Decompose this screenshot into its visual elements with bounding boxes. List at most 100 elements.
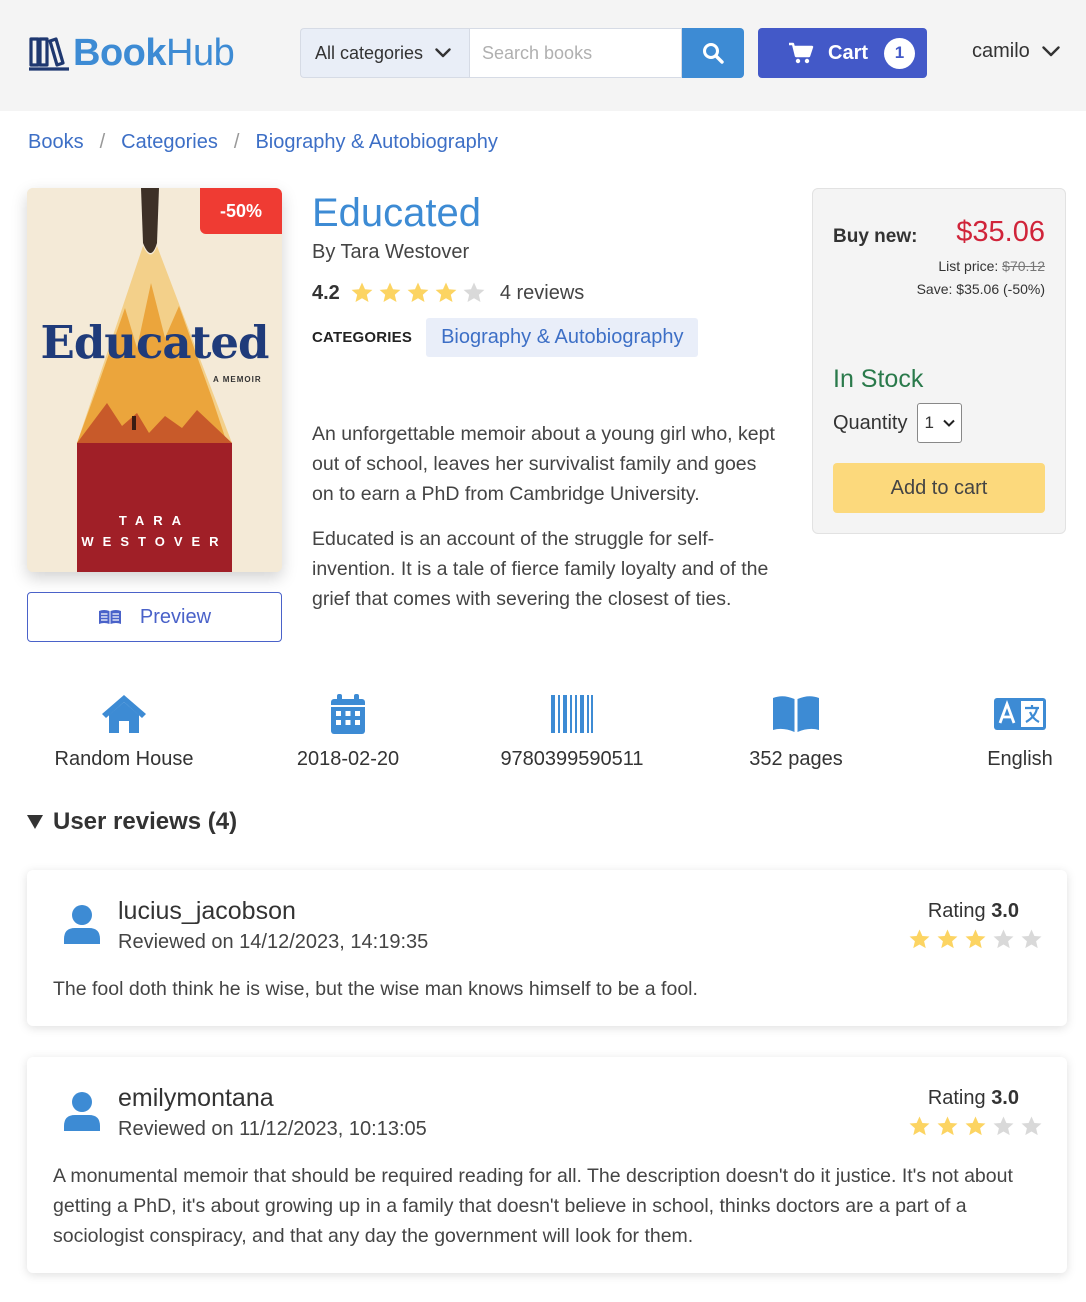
- add-to-cart-button[interactable]: Add to cart: [833, 463, 1045, 513]
- barcode-icon: [551, 695, 593, 733]
- cart-label: Cart: [828, 41, 869, 64]
- books-icon: [29, 37, 69, 71]
- description-paragraph: Educated is an account of the struggle f…: [312, 528, 769, 610]
- cover-author: TARA WESTOVER: [27, 510, 282, 552]
- quantity-value: 1: [924, 413, 934, 432]
- chevron-down-icon: [1042, 46, 1060, 57]
- category-select-value: All categories: [315, 42, 424, 63]
- open-book-icon: [98, 610, 121, 624]
- cover-author-last: WESTOVER: [81, 534, 228, 549]
- description-paragraph: An unforgettable memoir about a young gi…: [312, 423, 775, 505]
- chevron-down-icon: [943, 419, 956, 427]
- detail-date: 2018-02-20: [248, 690, 448, 771]
- stock-status: In Stock: [833, 365, 924, 393]
- category-chip[interactable]: Biography & Autobiography: [426, 318, 699, 357]
- discount-badge: -50%: [200, 188, 282, 234]
- book-author: By Tara Westover: [312, 241, 470, 263]
- breadcrumb: Books / Categories / Biography & Autobio…: [28, 131, 498, 154]
- categories-row: CATEGORIES Biography & Autobiography: [312, 318, 699, 357]
- star-icon: [407, 282, 429, 302]
- review-date: Reviewed on 14/12/2023, 14:19:35: [118, 931, 429, 953]
- review-rating: Rating 3.0: [927, 1087, 1019, 1109]
- rating-summary: 4.2 4 reviews: [312, 281, 584, 305]
- reviews-heading: User reviews (4): [53, 808, 238, 835]
- search-button[interactable]: [682, 28, 744, 78]
- star-icon: [909, 929, 930, 949]
- review-date: Reviewed on 11/12/2023, 10:13:05: [118, 1118, 427, 1140]
- star-icon: [379, 282, 401, 302]
- language-icon: [994, 698, 1046, 730]
- published-date: 2018-02-20: [296, 748, 400, 770]
- breadcrumb-books[interactable]: Books: [28, 131, 84, 154]
- star-icon: [463, 282, 485, 302]
- list-price: List price: $70.12: [938, 258, 1045, 274]
- search-group: All categories: [300, 28, 744, 78]
- price: $35.06: [956, 216, 1045, 248]
- detail-publisher: Random House: [24, 690, 224, 771]
- reviews-toggle[interactable]: User reviews (4): [27, 808, 237, 836]
- logo[interactable]: BookHub: [27, 32, 235, 74]
- page-count: 352 pages: [749, 748, 843, 770]
- star-icon: [937, 929, 958, 949]
- preview-label: Preview: [139, 605, 212, 628]
- savings: Save: $35.06 (-50%): [916, 281, 1045, 297]
- star-icon: [937, 1116, 958, 1136]
- review-stars: [903, 928, 1043, 951]
- chevron-down-icon: [435, 48, 451, 58]
- breadcrumb-separator: /: [233, 131, 240, 153]
- breadcrumb-category[interactable]: Biography & Autobiography: [255, 131, 497, 154]
- star-icon: [1021, 929, 1042, 949]
- star-icon: [993, 929, 1014, 949]
- detail-language: English: [920, 690, 1086, 771]
- review-text: The fool doth think he is wise, but the …: [53, 978, 698, 1000]
- shopping-cart-icon: [789, 42, 814, 64]
- search-icon: [703, 43, 724, 64]
- review-text: A monumental memoir that should be requi…: [53, 1165, 1013, 1247]
- rating-stars: [350, 281, 490, 305]
- star-icon: [909, 1116, 930, 1136]
- review-card: lucius_jacobson Reviewed on 14/12/2023, …: [27, 870, 1067, 1026]
- cart-button[interactable]: Cart 1: [758, 28, 927, 78]
- star-icon: [1021, 1116, 1042, 1136]
- buy-new-label: Buy new:: [833, 226, 918, 247]
- top-navbar: BookHub All categories Cart 1 camilo: [0, 0, 1086, 111]
- user-menu[interactable]: camilo: [972, 40, 1060, 63]
- star-icon: [351, 282, 373, 302]
- cover-subtitle: A MEMOIR: [213, 375, 262, 384]
- rating-value: 4.2: [312, 281, 340, 304]
- reviewer-name: emilymontana: [118, 1084, 274, 1112]
- breadcrumb-categories[interactable]: Categories: [121, 131, 218, 154]
- preview-button[interactable]: Preview: [27, 592, 282, 642]
- publisher: Random House: [54, 748, 194, 770]
- review-rating: Rating 3.0: [927, 900, 1019, 922]
- quantity-label: Quantity: [833, 411, 908, 434]
- calendar-icon: [331, 694, 365, 734]
- caret-down-icon: [27, 815, 43, 829]
- review-card: emilymontana Reviewed on 11/12/2023, 10:…: [27, 1057, 1067, 1273]
- quantity-select[interactable]: 1: [917, 403, 963, 443]
- book-icon: [773, 696, 819, 732]
- user-icon: [64, 905, 100, 944]
- search-input[interactable]: [469, 28, 682, 78]
- review-count[interactable]: 4 reviews: [500, 282, 584, 305]
- cover-author-first: TARA: [118, 513, 191, 528]
- user-icon: [64, 1092, 100, 1131]
- category-select[interactable]: All categories: [300, 28, 469, 78]
- book-title: Educated: [312, 191, 482, 235]
- username: camilo: [972, 40, 1030, 62]
- book-cover: Educated A MEMOIR TARA WESTOVER -50%: [27, 188, 282, 572]
- cover-title: Educated: [40, 316, 270, 369]
- review-stars: [903, 1115, 1043, 1138]
- buy-box: Buy new: $35.06 List price: $70.12 Save:…: [812, 188, 1066, 534]
- cart-count-badge: 1: [884, 37, 916, 69]
- logo-text: BookHub: [73, 32, 235, 74]
- star-icon: [965, 929, 986, 949]
- star-icon: [993, 1116, 1014, 1136]
- breadcrumb-separator: /: [99, 131, 106, 153]
- quantity-row: Quantity 1: [833, 403, 963, 443]
- categories-label: CATEGORIES: [312, 329, 413, 346]
- language: English: [987, 748, 1053, 770]
- detail-isbn: 9780399590511: [472, 690, 672, 771]
- isbn: 9780399590511: [500, 748, 644, 770]
- star-icon: [435, 282, 457, 302]
